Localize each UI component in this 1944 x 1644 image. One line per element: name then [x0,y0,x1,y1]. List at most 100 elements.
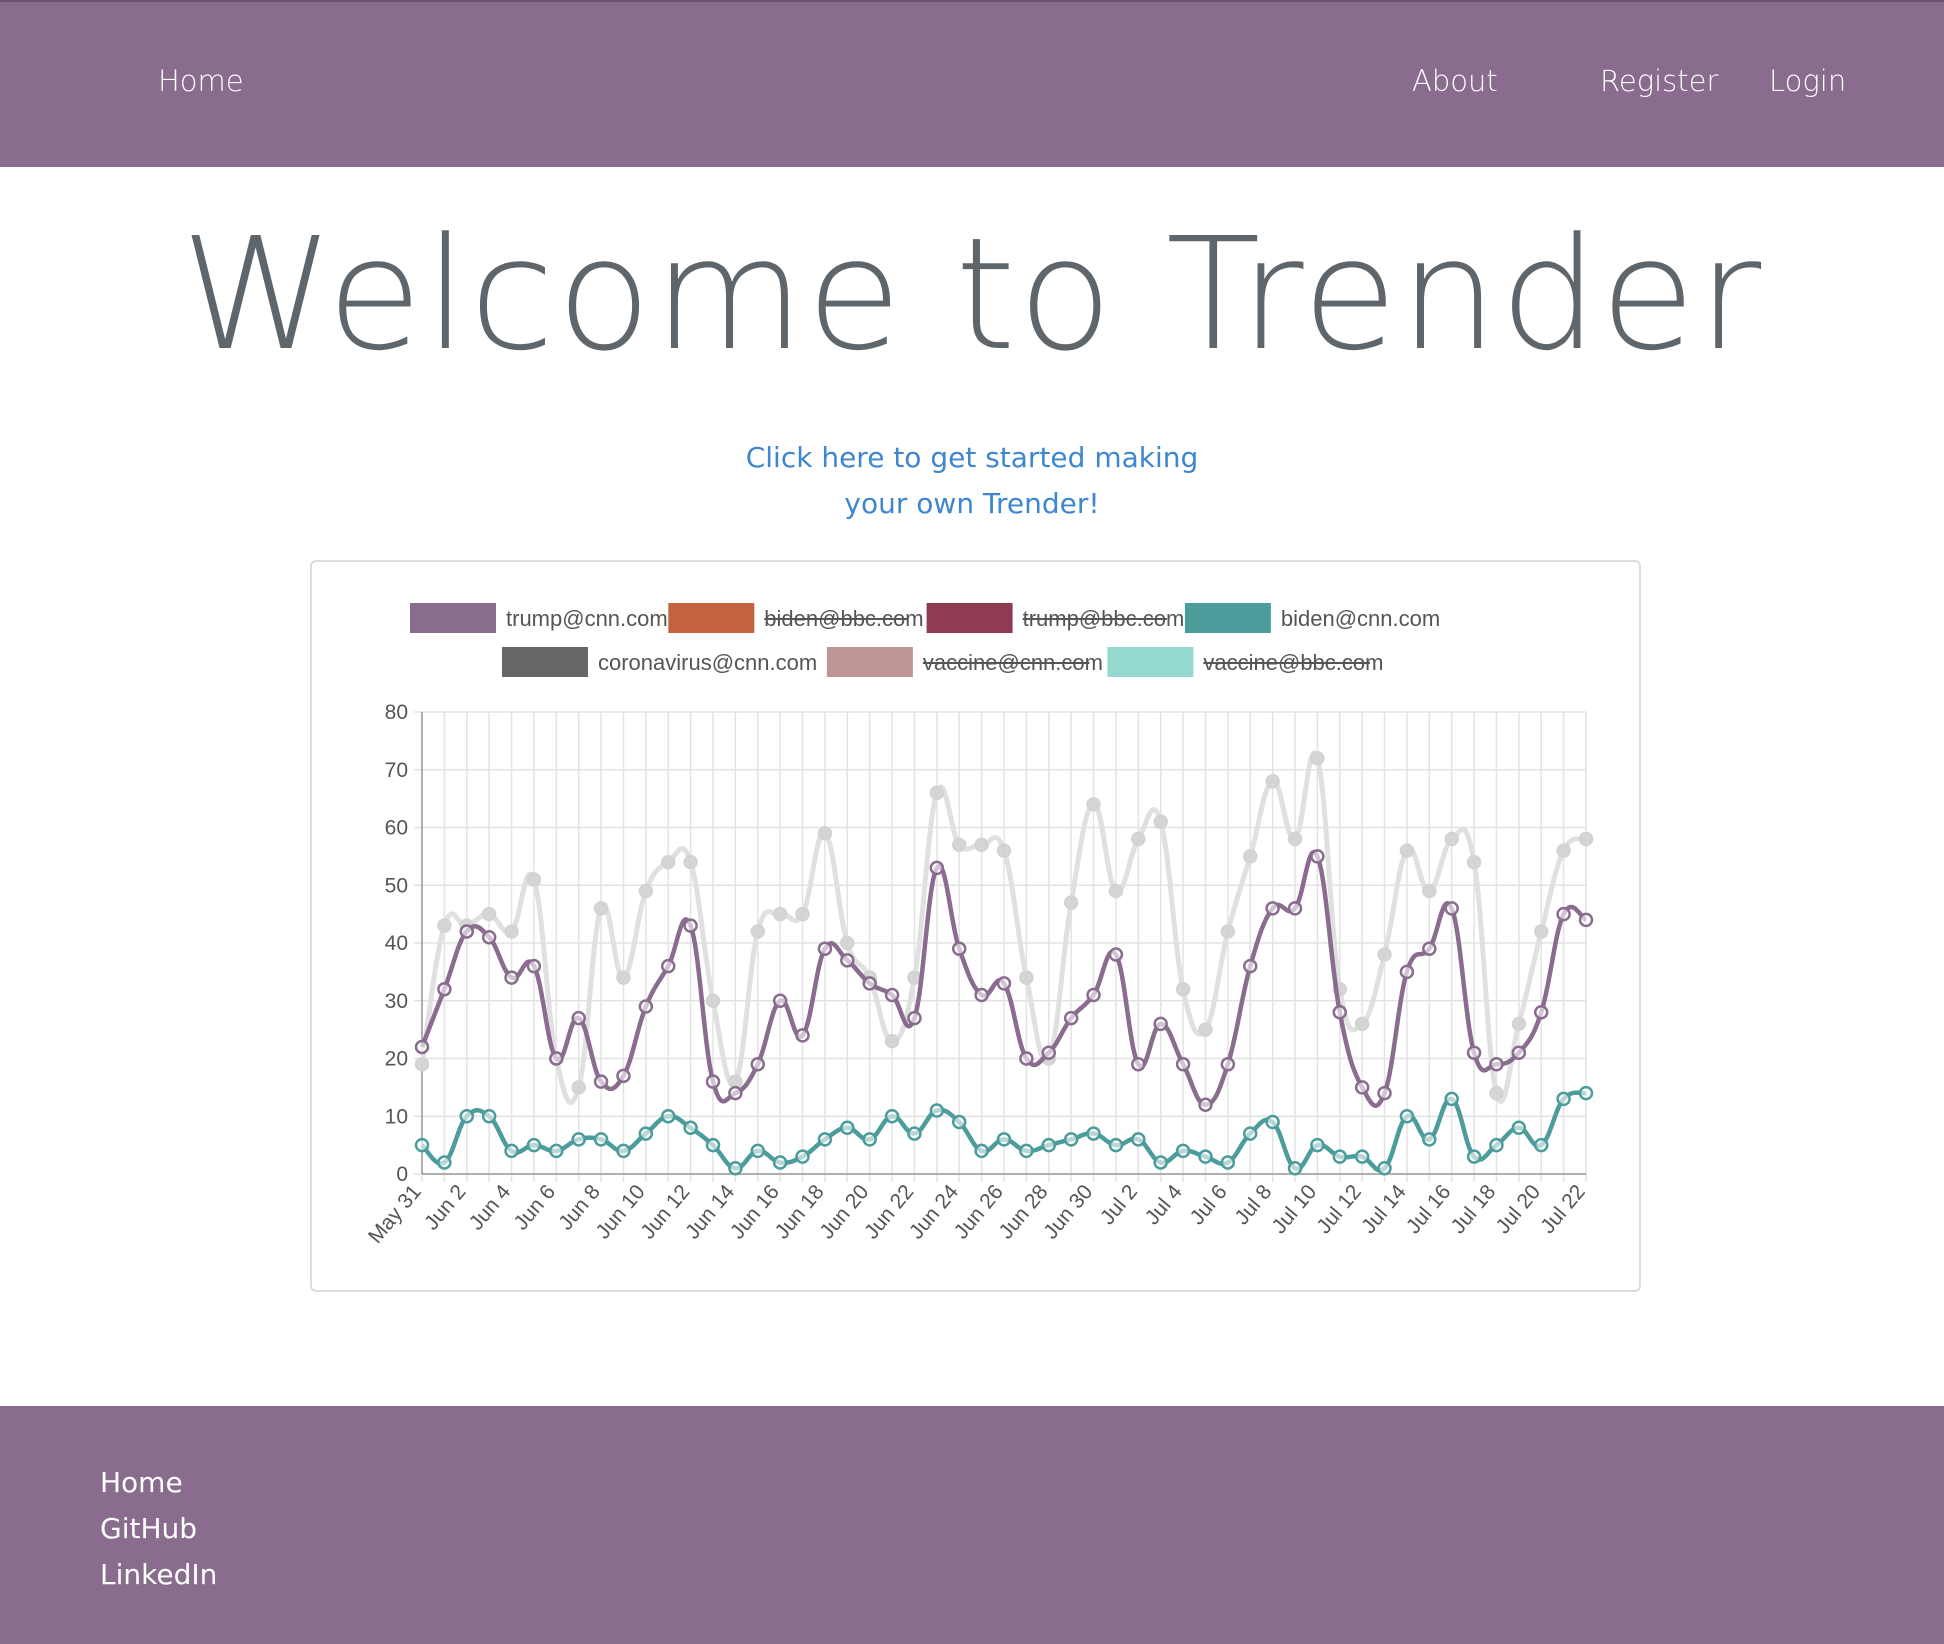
data-point [1220,1057,1236,1072]
footer-github-link[interactable]: GitHub [100,1512,197,1545]
x-tick-label: May 31 [364,1180,426,1248]
data-point [593,1132,609,1147]
legend-swatch[interactable] [826,647,913,677]
data-point [1332,1149,1348,1164]
y-tick-label: 40 [385,932,408,955]
data-point [437,918,452,933]
data-point [481,1109,497,1124]
x-tick-label: Jun 22 [860,1180,918,1243]
data-point [638,999,654,1014]
y-tick-label: 10 [385,1105,408,1128]
legend-swatch[interactable] [668,603,755,633]
data-point [1377,1085,1392,1101]
data-point [1444,901,1459,916]
data-point [1578,1085,1594,1101]
legend-item-coronavirus-cnn-com[interactable]: coronavirus@cnn.com [598,650,817,675]
data-point [1578,831,1594,847]
data-point [1175,1143,1191,1159]
data-point [414,1057,430,1072]
data-point [1511,1045,1527,1060]
data-point [638,1126,654,1141]
data-point [526,872,542,887]
data-point [817,941,833,957]
legend-item-biden-cnn-com[interactable]: biden@cnn.com [1281,606,1440,631]
data-point [504,1143,519,1159]
get-started-link-line-2[interactable]: your own Trender! [844,487,1099,520]
data-point [1220,1155,1236,1170]
nav-home-link[interactable]: Home [158,64,244,98]
data-point [974,837,989,853]
nav-about-link[interactable]: About [1412,64,1498,98]
data-point [728,1160,743,1176]
data-point [1422,883,1437,899]
legend-swatch[interactable] [926,603,1013,633]
data-point [1354,1016,1370,1032]
data-point [1422,941,1437,957]
x-tick-label: Jun 26 [950,1180,1008,1243]
data-point [1354,1080,1370,1095]
data-point [1466,1045,1482,1060]
data-point [1310,750,1325,766]
get-started-link-block[interactable]: Click here to get started making your ow… [0,435,1944,527]
data-point [638,883,654,899]
data-point [1399,964,1415,980]
footer-home-link[interactable]: Home [100,1466,183,1499]
data-point [929,785,945,801]
data-point [593,1074,609,1089]
data-point [1086,1126,1101,1141]
legend-swatch[interactable] [1107,647,1194,677]
legend-swatch[interactable] [410,603,496,633]
page-title: Welcome to Trender [180,204,1764,385]
data-point [974,987,989,1003]
data-point [862,1132,877,1147]
data-point [884,1109,900,1124]
data-point [1444,1091,1459,1107]
data-point [1041,1137,1057,1153]
data-point [1556,1091,1571,1107]
data-point [1265,774,1280,789]
data-point [1063,1010,1079,1026]
y-tick-label: 50 [385,874,408,897]
get-started-link-line-1[interactable]: Click here to get started making [746,441,1199,474]
data-point [1198,1097,1213,1112]
data-point [1377,947,1392,962]
footer-linkedin-link[interactable]: LinkedIn [100,1558,217,1591]
data-point [1556,843,1571,858]
data-point [616,1143,631,1159]
legend-swatch[interactable] [502,647,588,677]
data-point [795,1028,810,1043]
data-point [1086,797,1101,812]
data-point [705,1074,721,1089]
x-tick-label: Jun 10 [592,1180,650,1243]
data-point [1265,901,1280,916]
data-point [1019,970,1034,985]
data-point [951,941,967,957]
data-point [1063,1132,1079,1147]
data-point [1332,1005,1348,1020]
legend-item-trump-cnn-com[interactable]: trump@cnn.com [506,606,668,631]
data-point [1063,895,1079,910]
data-point [750,924,766,939]
data-point [907,1010,922,1026]
nav-login-link[interactable]: Login [1769,64,1846,98]
data-point [1533,1137,1549,1153]
nav-register-link[interactable]: Register [1600,64,1718,98]
data-point [1108,947,1124,962]
data-point [1108,1137,1124,1153]
data-point [884,987,900,1003]
legend-swatch[interactable] [1184,603,1271,633]
data-point [1533,1005,1549,1020]
data-point [1131,1132,1146,1147]
data-point [951,1114,967,1130]
x-tick-label: Jul 10 [1268,1180,1322,1238]
top-navbar: Home About Register Login [0,0,1944,167]
y-tick-label: 70 [385,759,408,782]
x-tick-label: Jul 22 [1536,1180,1590,1238]
x-tick-label: Jul 18 [1447,1180,1501,1238]
data-point [1354,1149,1370,1164]
data-point [593,901,609,916]
data-point [1511,1120,1527,1136]
data-point [884,1033,900,1049]
data-point [705,993,721,1008]
data-point [1220,924,1236,939]
